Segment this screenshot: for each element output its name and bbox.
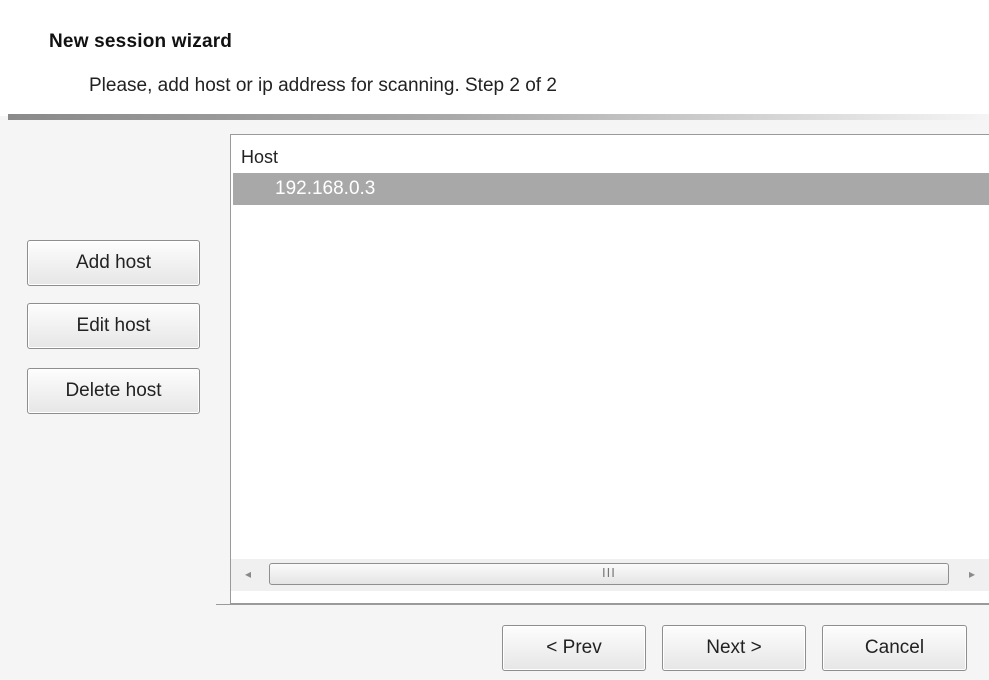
- scrollbar-thumb[interactable]: III: [269, 563, 949, 585]
- wizard-title: New session wizard: [49, 31, 233, 52]
- host-list[interactable]: Host 192.168.0.3 ◂ III ▸: [230, 134, 989, 604]
- wizard-subtitle: Please, add host or ip address for scann…: [89, 75, 557, 96]
- prev-button[interactable]: < Prev: [502, 625, 646, 671]
- scrollbar-grip-icon: III: [602, 565, 616, 580]
- header-divider: [8, 114, 989, 120]
- host-row-value: 192.168.0.3: [275, 178, 376, 199]
- horizontal-scrollbar[interactable]: ◂ III ▸: [231, 559, 989, 591]
- scroll-right-icon[interactable]: ▸: [969, 567, 975, 581]
- host-list-row[interactable]: 192.168.0.3: [233, 173, 989, 205]
- cancel-button[interactable]: Cancel: [822, 625, 967, 671]
- list-bottom-border: [216, 604, 989, 605]
- scroll-left-icon[interactable]: ◂: [245, 567, 251, 581]
- wizard-header: New session wizard Please, add host or i…: [0, 0, 989, 116]
- edit-host-button[interactable]: Edit host: [27, 303, 200, 349]
- next-button[interactable]: Next >: [662, 625, 806, 671]
- delete-host-button[interactable]: Delete host: [27, 368, 200, 414]
- host-column-header[interactable]: Host: [241, 147, 278, 168]
- add-host-button[interactable]: Add host: [27, 240, 200, 286]
